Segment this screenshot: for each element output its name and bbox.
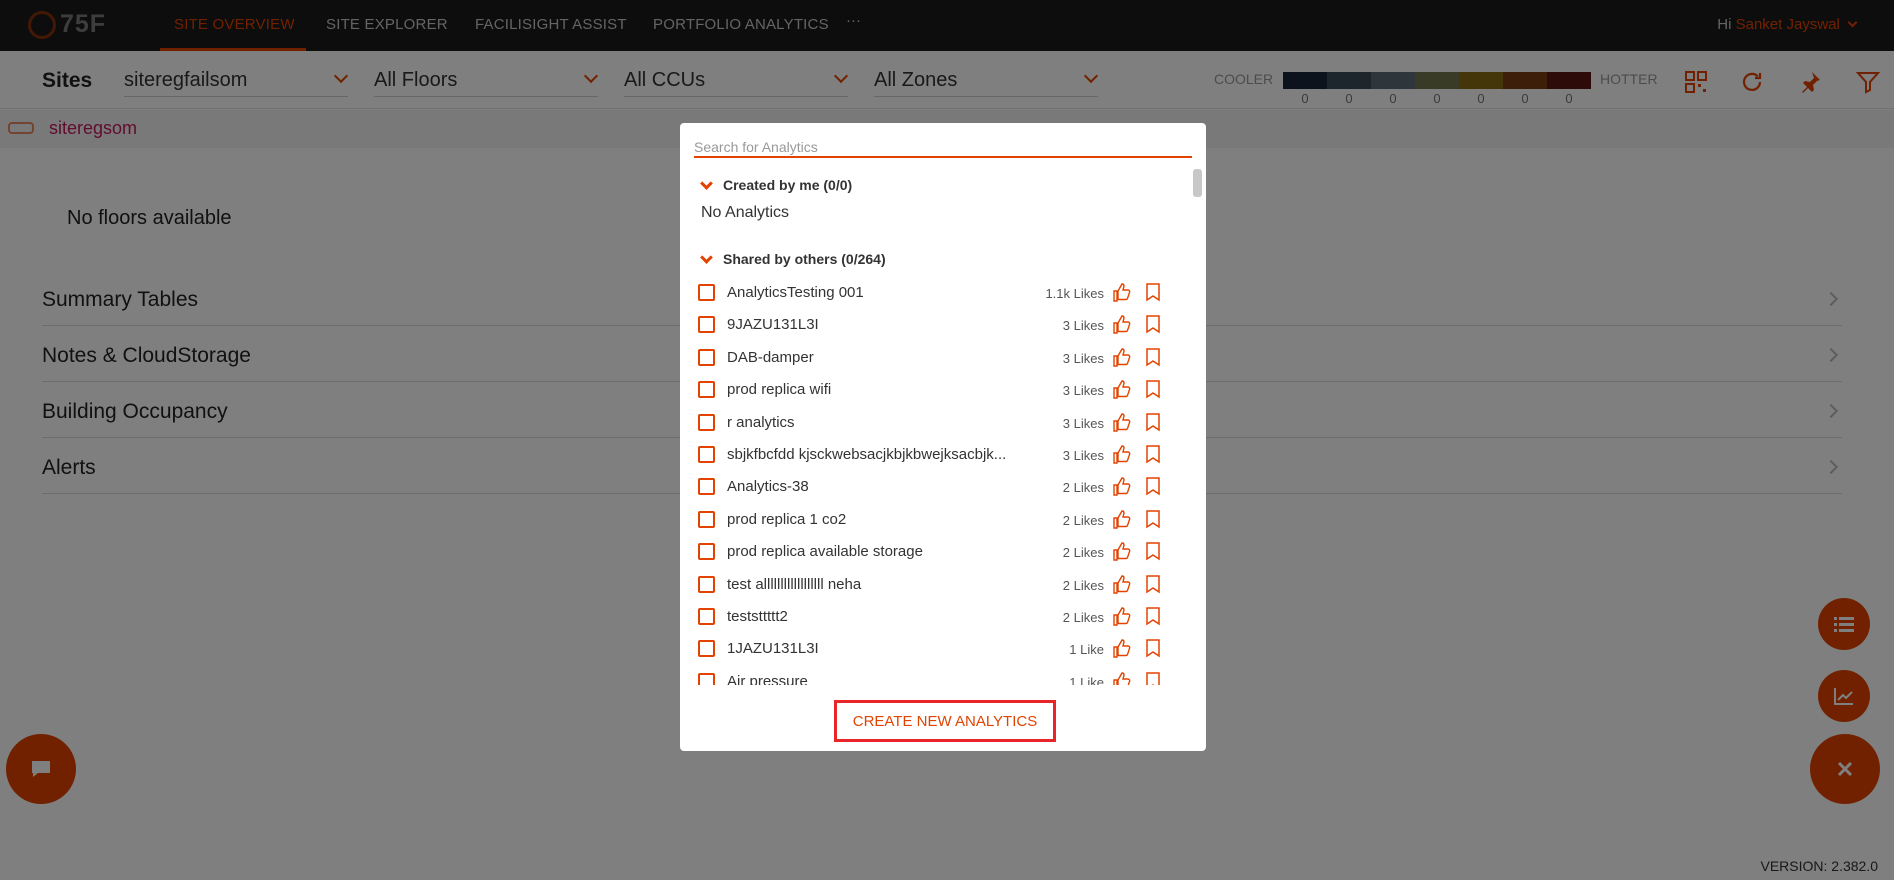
thumbs-up-icon[interactable] [1112,574,1132,594]
item-name: teststtttt2 [727,608,788,625]
list-item[interactable]: 9JAZU131L3I 3 Likes [698,312,1178,338]
list-item[interactable]: r analytics 3 Likes [698,410,1178,436]
bookmark-icon[interactable] [1144,541,1162,561]
item-likes: 3 Likes [1062,448,1104,463]
bookmark-icon[interactable] [1144,671,1162,685]
analytics-list[interactable]: Created by me (0/0) No Analytics Shared … [680,169,1206,685]
list-item[interactable]: DAB-damper 3 Likes [698,345,1178,371]
item-name: prod replica wifi [727,381,832,399]
thumbs-up-icon[interactable] [1112,606,1132,626]
item-likes: 1.1k Likes [1045,286,1104,301]
created-by-me-label: Created by me (0/0) [723,177,853,193]
item-name: DAB-damper [727,348,814,366]
bookmark-icon[interactable] [1144,638,1162,658]
item-likes: 1 Like [1069,642,1104,658]
thumbs-up-icon[interactable] [1112,476,1132,497]
item-checkbox[interactable] [698,413,715,431]
list-item[interactable]: AnalyticsTesting 001 1.1k Likes [698,280,1178,306]
item-likes: 2 Likes [1062,545,1104,561]
item-checkbox[interactable] [698,284,715,301]
thumbs-up-icon[interactable] [1112,671,1132,685]
thumbs-up-icon[interactable] [1112,412,1132,432]
item-name: AnalyticsTesting 001 [727,284,864,301]
chevron-down-icon [700,250,713,264]
item-name: prod replica 1 co2 [727,510,847,528]
item-likes: 3 Likes [1062,415,1104,431]
item-checkbox[interactable] [698,510,715,528]
thumbs-up-icon[interactable] [1112,347,1132,367]
item-likes: 1 Like [1069,674,1104,685]
item-checkbox[interactable] [698,543,715,561]
no-analytics-message: No Analytics [701,204,790,221]
bookmark-icon[interactable] [1144,476,1162,496]
list-item[interactable]: prod replica available storage 2 Likes [698,539,1178,565]
shared-by-others-label: Shared by others (0/264) [723,251,886,267]
create-new-analytics-button[interactable]: CREATE NEW ANALYTICS [834,700,1056,742]
analytics-picker-modal: Created by me (0/0) No Analytics Shared … [680,123,1206,751]
item-name: 1JAZU131L3I [727,640,819,658]
item-likes: 2 Likes [1062,480,1104,496]
item-likes: 3 Likes [1062,350,1104,366]
thumbs-up-icon[interactable] [1112,638,1132,659]
item-checkbox[interactable] [698,381,715,399]
item-name: 9JAZU131L3I [727,316,819,334]
bookmark-icon[interactable] [1144,574,1162,594]
bookmark-icon[interactable] [1144,444,1162,464]
list-item[interactable]: prod replica 1 co2 2 Likes [698,507,1178,533]
list-item[interactable]: teststtttt2 2 Likes [698,604,1178,630]
item-likes: 3 Likes [1062,383,1104,399]
thumbs-up-icon[interactable] [1112,282,1132,302]
scrollbar-thumb[interactable] [1193,169,1202,197]
item-checkbox[interactable] [698,672,715,685]
item-name: r analytics [727,413,795,431]
list-item[interactable]: Air pressure 1 Like [698,669,1178,685]
bookmark-icon[interactable] [1144,379,1162,399]
list-item[interactable]: sbjkfbcfdd kjsckwebsacjkbjkbwejksacbjk..… [698,442,1178,468]
shared-by-others-toggle[interactable]: Shared by others (0/264) [698,250,886,267]
thumbs-up-icon[interactable] [1112,379,1132,399]
item-likes: 2 Likes [1062,610,1104,625]
thumbs-up-icon[interactable] [1112,541,1132,561]
item-checkbox[interactable] [698,575,715,593]
bookmark-icon[interactable] [1144,347,1162,367]
thumbs-up-icon[interactable] [1112,444,1132,464]
item-likes: 3 Likes [1062,318,1104,334]
list-item[interactable]: prod replica wifi 3 Likes [698,377,1178,403]
item-name: Analytics-38 [727,478,809,496]
chevron-down-icon [700,176,713,190]
item-likes: 2 Likes [1062,512,1104,528]
item-checkbox[interactable] [698,608,715,625]
item-likes: 2 Likes [1062,577,1104,593]
list-item[interactable]: test allllllllllllllllll neha 2 Likes [698,572,1178,598]
item-checkbox[interactable] [698,316,715,334]
thumbs-up-icon[interactable] [1112,314,1132,335]
list-item[interactable]: Analytics-38 2 Likes [698,474,1178,500]
item-checkbox[interactable] [698,446,715,463]
item-name: test allllllllllllllllll neha [727,575,862,593]
list-item[interactable]: 1JAZU131L3I 1 Like [698,636,1178,662]
search-input[interactable] [694,137,1192,158]
bookmark-icon[interactable] [1144,606,1162,626]
thumbs-up-icon[interactable] [1112,509,1132,529]
item-name: prod replica available storage [727,543,923,561]
bookmark-icon[interactable] [1144,314,1162,334]
bookmark-icon[interactable] [1144,412,1162,432]
item-checkbox[interactable] [698,640,715,658]
bookmark-icon[interactable] [1144,282,1162,302]
item-name: Air pressure [727,672,808,685]
bookmark-icon[interactable] [1144,509,1162,529]
item-checkbox[interactable] [698,348,715,366]
item-checkbox[interactable] [698,478,715,496]
item-name: sbjkfbcfdd kjsckwebsacjkbjkbwejksacbjk..… [727,446,1007,463]
created-by-me-toggle[interactable]: Created by me (0/0) [698,176,853,193]
